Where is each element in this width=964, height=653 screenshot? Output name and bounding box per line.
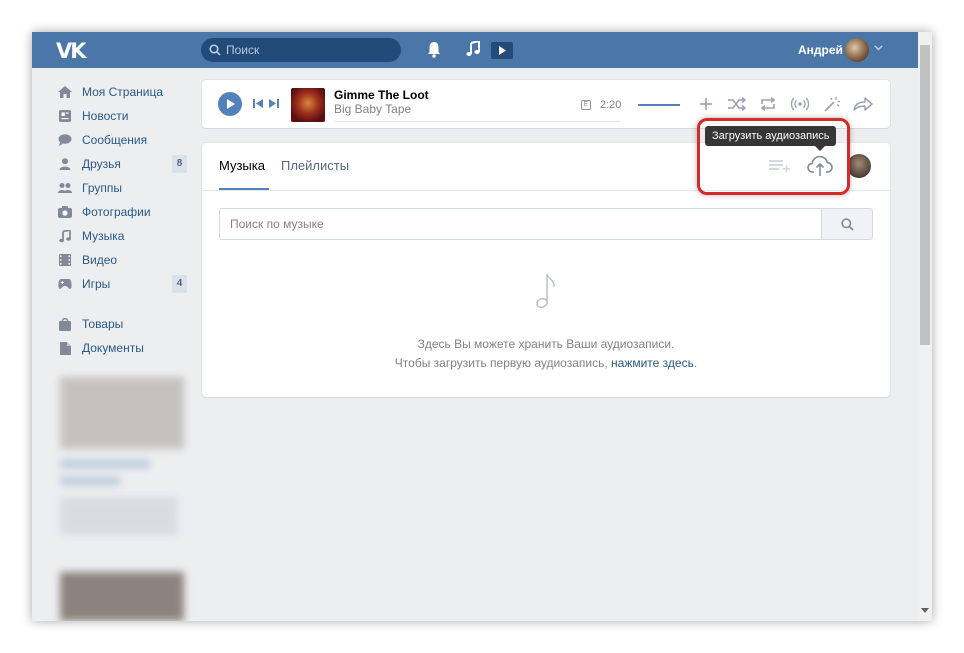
empty-state-text: Здесь Вы можете хранить Ваши аудиозаписи… xyxy=(417,337,675,351)
sidebar-item-friends[interactable]: Друзья 8 xyxy=(58,152,193,176)
games-count-badge[interactable]: 4 xyxy=(172,275,187,293)
play-button[interactable] xyxy=(218,92,242,116)
upload-tooltip: Загрузить аудиозапись xyxy=(705,126,837,151)
sidebar-item-video[interactable]: Видео xyxy=(58,248,193,272)
sidebar-item-label: Новости xyxy=(82,109,129,123)
home-icon xyxy=(58,86,72,98)
sidebar-item-music[interactable]: Музыка xyxy=(58,224,193,248)
empty-state-hint-prefix: Чтобы загрузить первую аудиозапись, xyxy=(394,356,612,370)
music-search-field[interactable] xyxy=(219,208,821,240)
sidebar-item-my-page[interactable]: Моя Страница xyxy=(58,80,193,104)
left-sidebar: Моя Страница Новости Сообщения Друзья 8 … xyxy=(58,80,193,360)
market-icon xyxy=(58,317,72,331)
sidebar-item-market[interactable]: Товары xyxy=(58,312,193,336)
header-search-placeholder: Поиск xyxy=(226,43,260,57)
music-icon xyxy=(58,229,72,242)
sidebar-item-label: Друзья xyxy=(82,157,121,171)
top-header: VK Поиск Андрей xyxy=(32,32,918,68)
empty-state-hint-suffix: . xyxy=(693,356,698,370)
blurred-ad-text xyxy=(60,497,178,535)
scroll-down-arrow-icon[interactable] xyxy=(921,608,929,613)
user-avatar[interactable] xyxy=(845,38,869,62)
sidebar-item-label: Товары xyxy=(82,317,124,331)
vertical-scrollbar[interactable] xyxy=(918,32,932,621)
browser-viewport: VK Поиск Андрей Моя Страница Новости Соо… xyxy=(32,32,932,621)
documents-icon xyxy=(58,341,72,355)
add-icon[interactable] xyxy=(699,97,713,111)
share-icon[interactable] xyxy=(853,97,873,111)
blurred-ad-image xyxy=(60,377,184,449)
bell-icon[interactable] xyxy=(427,41,441,58)
magic-wand-icon[interactable] xyxy=(824,97,840,112)
news-icon xyxy=(58,110,72,122)
sidebar-item-groups[interactable]: Группы xyxy=(58,176,193,200)
messages-icon xyxy=(58,134,72,146)
track-artist[interactable]: Big Baby Tape xyxy=(334,102,411,116)
search-icon xyxy=(840,217,854,231)
chevron-down-icon[interactable] xyxy=(874,45,883,51)
sidebar-item-label: Фотографии xyxy=(82,205,151,219)
header-search[interactable]: Поиск xyxy=(201,38,401,62)
search-icon xyxy=(209,44,221,56)
music-note-icon[interactable] xyxy=(466,41,480,57)
friends-count-badge[interactable]: 8 xyxy=(172,155,187,173)
upload-link[interactable]: нажмите здесь xyxy=(611,356,694,370)
user-name[interactable]: Андрей xyxy=(798,43,843,57)
explicit-badge: E xyxy=(581,100,591,110)
sidebar-item-label: Игры xyxy=(82,277,111,291)
sidebar-item-label: Моя Страница xyxy=(82,85,164,99)
scrollbar-thumb[interactable] xyxy=(920,45,930,345)
sidebar-item-photos[interactable]: Фотографии xyxy=(58,200,193,224)
sidebar-item-documents[interactable]: Документы xyxy=(58,336,193,360)
video-icon xyxy=(58,254,72,266)
sidebar-item-messages[interactable]: Сообщения xyxy=(58,128,193,152)
sidebar-separator xyxy=(58,296,193,312)
music-section: Музыка Плейлисты Загрузить аудиозапись З… xyxy=(202,118,890,397)
play-mini-icon[interactable] xyxy=(491,42,513,59)
sidebar-item-label: Музыка xyxy=(82,229,125,243)
vk-logo[interactable]: VK xyxy=(56,39,90,63)
track-duration[interactable]: 2:20 xyxy=(600,99,621,111)
next-track-icon[interactable] xyxy=(269,99,279,108)
shuffle-icon[interactable] xyxy=(728,97,746,111)
user-avatar-small[interactable] xyxy=(847,154,871,178)
track-title[interactable]: Gimme The Loot xyxy=(334,88,429,102)
tab-music[interactable]: Музыка xyxy=(219,143,269,190)
repeat-icon[interactable] xyxy=(760,97,776,111)
sidebar-item-news[interactable]: Новости xyxy=(58,104,193,128)
tab-playlists[interactable]: Плейлисты xyxy=(281,143,349,190)
blurred-ad-image xyxy=(60,572,184,621)
blurred-ad-text xyxy=(60,477,120,485)
friends-icon xyxy=(58,158,72,170)
sidebar-item-label: Группы xyxy=(82,181,122,195)
track-progress-bar[interactable] xyxy=(334,121,620,122)
volume-slider[interactable] xyxy=(638,104,680,106)
album-cover xyxy=(291,88,325,122)
sidebar-item-label: Документы xyxy=(82,341,144,355)
sidebar-item-label: Сообщения xyxy=(82,133,148,147)
blurred-ad-text xyxy=(60,460,150,468)
broadcast-icon[interactable] xyxy=(791,97,809,111)
empty-state-hint: Чтобы загрузить первую аудиозапись, нажм… xyxy=(202,356,890,370)
groups-icon xyxy=(58,182,72,194)
music-search-button[interactable] xyxy=(821,208,873,240)
sidebar-item-label: Видео xyxy=(82,253,118,267)
games-icon xyxy=(58,278,72,290)
sidebar-item-games[interactable]: Игры 4 xyxy=(58,272,193,296)
music-note-icon xyxy=(536,273,555,309)
photos-icon xyxy=(58,206,72,218)
previous-track-icon[interactable] xyxy=(253,99,263,108)
music-search-input[interactable] xyxy=(220,209,821,239)
